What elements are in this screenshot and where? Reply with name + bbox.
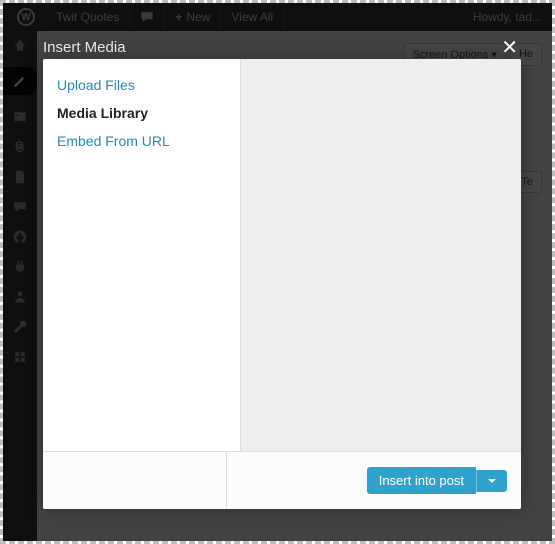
- insert-into-post-button[interactable]: Insert into post: [367, 467, 476, 494]
- tab-media-library[interactable]: Media Library: [57, 105, 226, 121]
- modal-title: Insert Media: [43, 39, 126, 56]
- modal-overlay: Insert Media ✕ Upload Files Media Librar…: [3, 3, 552, 541]
- modal-body: Upload Files Media Library Embed From UR…: [43, 59, 521, 451]
- insert-dropdown-button[interactable]: [476, 470, 507, 492]
- modal-sidebar: Upload Files Media Library Embed From UR…: [43, 59, 241, 451]
- media-library-panel: [241, 59, 521, 451]
- screenshot-crop: W Twit Quotes + New View All Howdy, tad.…: [0, 0, 555, 544]
- insert-media-modal: Upload Files Media Library Embed From UR…: [43, 59, 521, 509]
- modal-footer: Insert into post: [43, 451, 521, 509]
- tab-upload-files[interactable]: Upload Files: [57, 77, 226, 93]
- chevron-down-icon: [487, 476, 497, 486]
- footer-spacer: [43, 452, 227, 509]
- tab-embed-url[interactable]: Embed From URL: [57, 133, 226, 149]
